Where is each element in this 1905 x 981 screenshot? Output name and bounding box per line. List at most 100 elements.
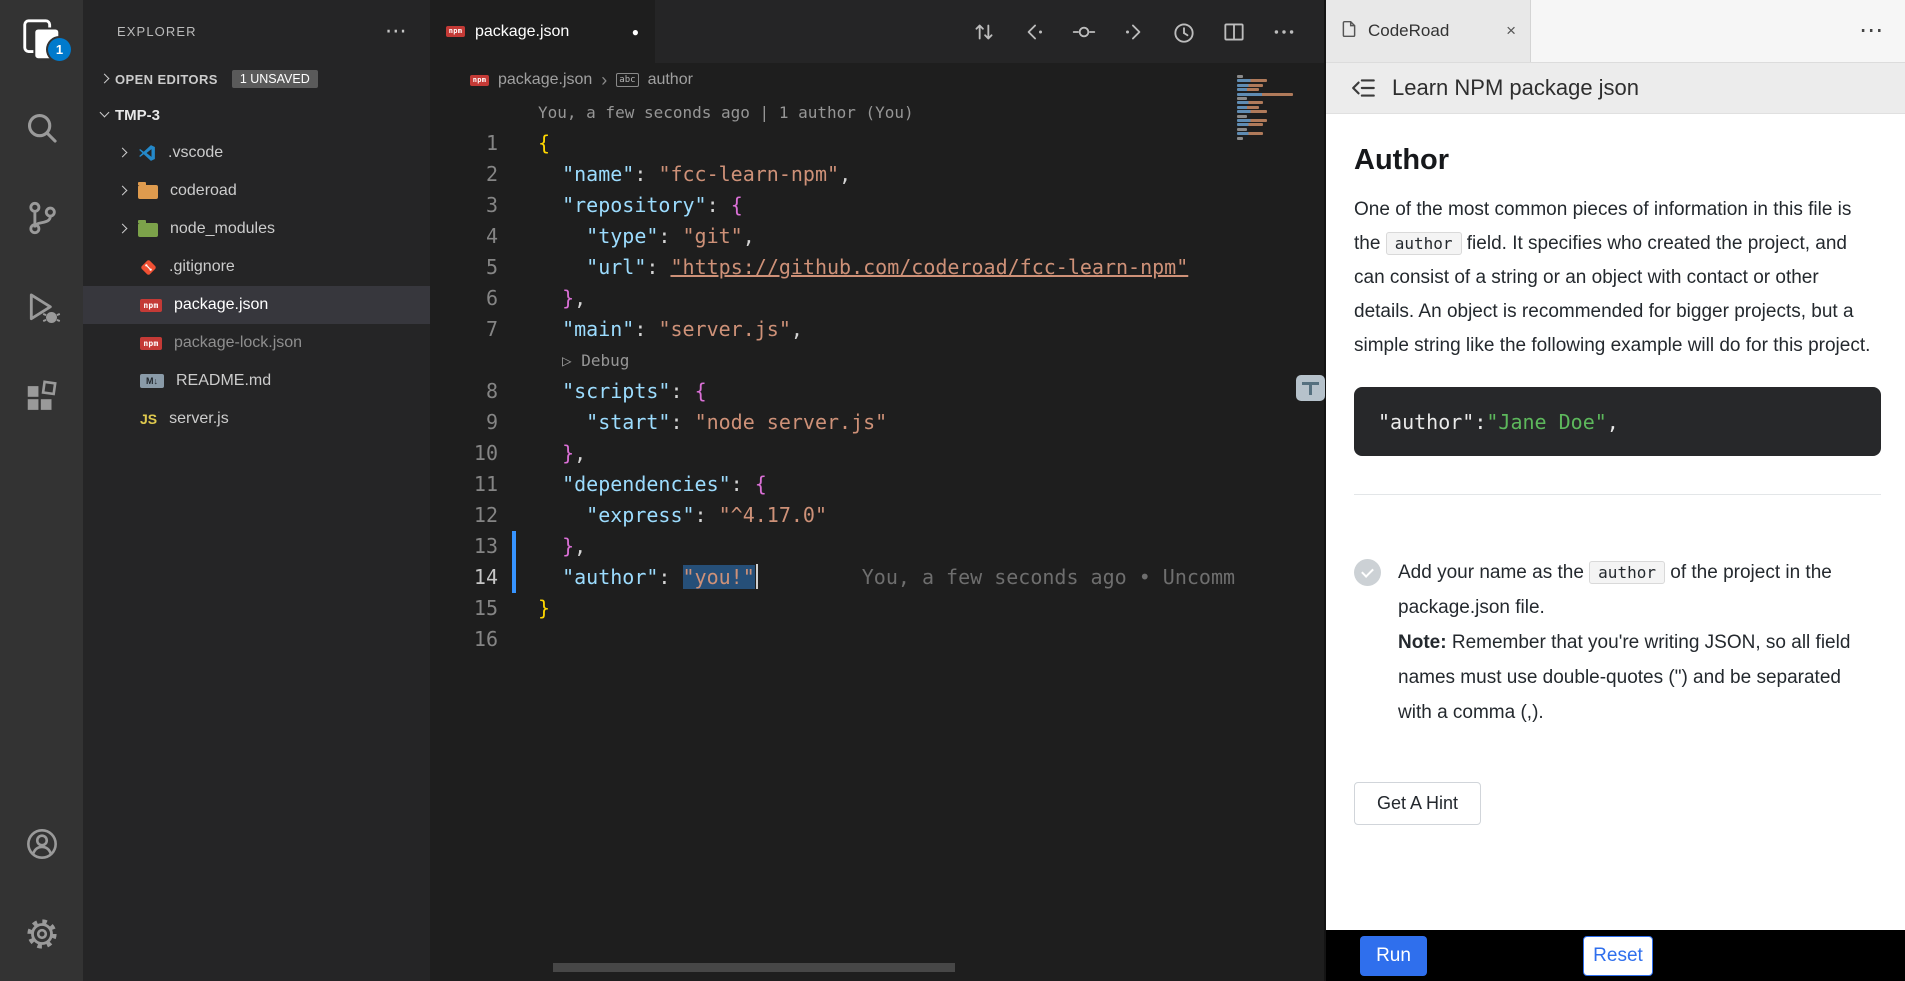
- file-label: package-lock.json: [174, 334, 302, 352]
- code-line[interactable]: "url": "https://github.com/coderoad/fcc-…: [516, 252, 1188, 283]
- extensions-activity-button[interactable]: [0, 355, 83, 445]
- codelens-label[interactable]: ▷ Debug: [516, 345, 629, 376]
- file-icon: [1340, 20, 1358, 43]
- circle-icon[interactable]: [1070, 18, 1098, 46]
- sidebar-title: EXPLORER: [117, 24, 197, 39]
- line-number: 16: [430, 624, 512, 655]
- line-number: [430, 345, 512, 376]
- code-token: :: [658, 224, 682, 248]
- git-icon: [140, 259, 157, 276]
- npm-icon: npm: [140, 299, 162, 312]
- line-number: 15: [430, 593, 512, 624]
- reset-button[interactable]: Reset: [1583, 936, 1653, 976]
- more-actions-icon[interactable]: [1270, 18, 1298, 46]
- tree-item-node-modules[interactable]: node_modules: [83, 210, 430, 248]
- code-line[interactable]: "author": "you!"You, a few seconds ago •…: [516, 562, 1235, 593]
- text-cursor: [756, 564, 758, 589]
- horizontal-scrollbar[interactable]: [553, 963, 955, 972]
- tree-item-vscode[interactable]: .vscode: [83, 134, 430, 172]
- tab-coderoad[interactable]: CodeRoad ×: [1326, 0, 1531, 62]
- code-line[interactable]: },: [516, 531, 586, 562]
- file-label: package.json: [174, 296, 268, 314]
- line-number: 3: [430, 190, 512, 221]
- code-token: "url": [586, 255, 646, 279]
- open-changes-icon[interactable]: [970, 18, 998, 46]
- navigate-forward-icon[interactable]: [1120, 18, 1148, 46]
- tree-item-readme-md[interactable]: M↓README.md: [83, 362, 430, 400]
- code-token: :: [634, 162, 658, 186]
- minimap-line: [1237, 88, 1259, 91]
- code-token: {: [695, 379, 707, 403]
- back-to-lessons-icon[interactable]: [1350, 74, 1378, 102]
- close-icon[interactable]: ×: [1506, 21, 1516, 41]
- modified-dot-icon: ●: [632, 25, 639, 39]
- code-line[interactable]: "scripts": {: [516, 376, 707, 407]
- code-token: :: [658, 565, 682, 589]
- code-token: [538, 286, 562, 310]
- navigate-back-icon[interactable]: [1020, 18, 1048, 46]
- explorer-activity-button[interactable]: 1: [0, 0, 83, 85]
- tree-item-gitignore[interactable]: .gitignore: [83, 248, 430, 286]
- account-button[interactable]: [0, 801, 83, 891]
- minimap-line: [1237, 115, 1247, 118]
- lesson-heading: Author: [1354, 144, 1881, 177]
- search-activity-button[interactable]: [0, 85, 83, 175]
- code-line[interactable]: },: [516, 438, 586, 469]
- tree-item-package-json[interactable]: npm package.json: [83, 286, 430, 324]
- breadcrumb-file[interactable]: package.json: [498, 71, 592, 89]
- check-circle-icon: [1354, 559, 1381, 586]
- code-token: :: [646, 255, 670, 279]
- minimap[interactable]: [1233, 63, 1307, 663]
- code-token: [538, 503, 586, 527]
- breadcrumb-symbol[interactable]: author: [648, 71, 693, 89]
- code-row: 12 "express": "^4.17.0": [430, 500, 1233, 531]
- code-line[interactable]: [516, 624, 538, 655]
- code-line[interactable]: "main": "server.js",: [516, 314, 803, 345]
- workspace-root[interactable]: TMP-3: [83, 96, 430, 134]
- line-number: 1: [430, 128, 512, 159]
- code-token: "express": [586, 503, 694, 527]
- tab-package-json[interactable]: npm package.json ●: [430, 0, 655, 63]
- code-row: 10 },: [430, 438, 1233, 469]
- code-row: 13 },: [430, 531, 1233, 562]
- code-row: 15}: [430, 593, 1233, 624]
- get-a-hint-button[interactable]: Get A Hint: [1354, 782, 1481, 825]
- code-line[interactable]: "start": "node server.js": [516, 407, 887, 438]
- lesson-title: Learn NPM package json: [1392, 75, 1639, 101]
- coderoad-tab-title: CodeRoad: [1368, 21, 1449, 41]
- code-line[interactable]: },: [516, 283, 586, 314]
- minimap-line: [1237, 137, 1243, 140]
- code-line[interactable]: "dependencies": {: [516, 469, 767, 500]
- line-number: 8: [430, 376, 512, 407]
- minimap-line: [1237, 106, 1259, 109]
- code-line[interactable]: "name": "fcc-learn-npm",: [516, 159, 851, 190]
- line-number: [430, 97, 512, 128]
- code-line[interactable]: "repository": {: [516, 190, 743, 221]
- code-token: "dependencies": [562, 472, 731, 496]
- tree-item-coderoad[interactable]: coderoad: [83, 172, 430, 210]
- run-timer-icon[interactable]: [1170, 18, 1198, 46]
- tree-item-package-lock-json[interactable]: npmpackage-lock.json: [83, 324, 430, 362]
- code-token: ,: [574, 286, 586, 310]
- chevron-right-icon: [113, 143, 133, 163]
- more-actions-icon[interactable]: ⋯: [385, 26, 408, 36]
- minimap-line: [1237, 79, 1267, 82]
- code-token: }: [538, 596, 550, 620]
- editor-overlay-widget[interactable]: [1296, 375, 1325, 401]
- source-control-activity-button[interactable]: [0, 175, 83, 265]
- run-button[interactable]: Run: [1360, 936, 1427, 976]
- tree-item-server-js[interactable]: JSserver.js: [83, 400, 430, 438]
- split-editor-icon[interactable]: [1220, 18, 1248, 46]
- code-line[interactable]: "express": "^4.17.0": [516, 500, 827, 531]
- code-line[interactable]: "type": "git",: [516, 221, 755, 252]
- code-rows[interactable]: You, a few seconds ago | 1 author (You)1…: [430, 97, 1233, 655]
- code-line[interactable]: }: [516, 593, 550, 624]
- run-debug-activity-button[interactable]: [0, 265, 83, 355]
- code-line[interactable]: {: [516, 128, 550, 159]
- codelens-label[interactable]: You, a few seconds ago | 1 author (You): [516, 97, 914, 128]
- settings-gear-button[interactable]: [0, 891, 83, 981]
- more-actions-icon[interactable]: ⋯: [1859, 26, 1905, 36]
- chevron-down-icon: [95, 105, 115, 125]
- breadcrumb[interactable]: npm package.json › abc author: [430, 63, 1324, 97]
- open-editors-section[interactable]: OPEN EDITORS 1 UNSAVED: [83, 62, 430, 96]
